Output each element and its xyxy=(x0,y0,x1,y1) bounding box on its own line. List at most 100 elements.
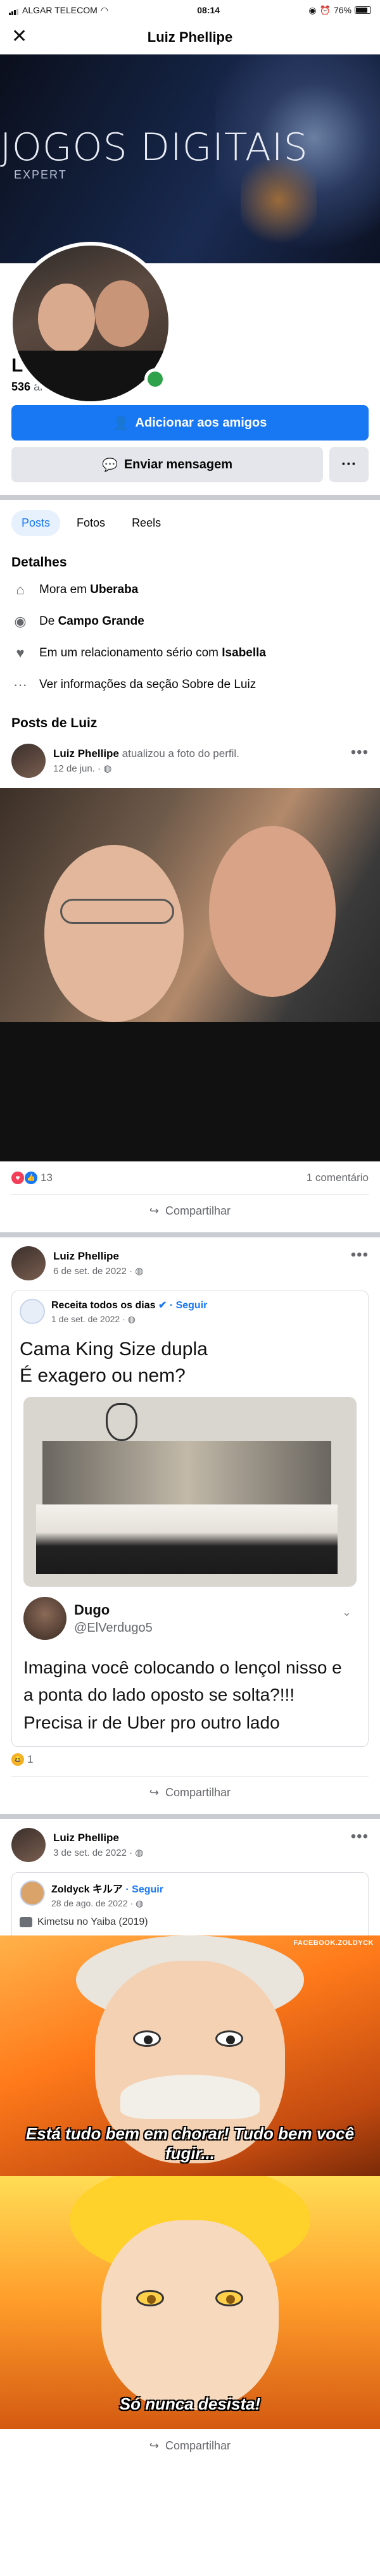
verified-icon: ✔ xyxy=(158,1300,167,1311)
share-label: Compartilhar xyxy=(165,1204,231,1217)
shared-time[interactable]: 28 de ago. de 2022 · xyxy=(51,1898,133,1908)
follow-link[interactable]: · Seguir xyxy=(125,1884,163,1895)
reaction-summary[interactable]: 😆 1 xyxy=(11,1753,33,1766)
profile-tabs: Posts Fotos Reels xyxy=(0,500,380,546)
more-options-button[interactable]: ··· xyxy=(329,447,369,482)
relationship-name[interactable]: Isabella xyxy=(222,646,266,660)
post-author[interactable]: Luiz Phellipe xyxy=(53,1250,343,1263)
add-friend-button[interactable]: 👤 Adicionar aos amigos xyxy=(11,405,369,441)
profile-avatar[interactable] xyxy=(9,242,172,405)
shared-time[interactable]: 1 de set. de 2022 · xyxy=(51,1314,125,1324)
about-link[interactable]: Ver informações da seção Sobre de Luiz xyxy=(39,678,256,692)
post-author-avatar[interactable] xyxy=(11,1246,46,1280)
post-more-icon[interactable]: ••• xyxy=(351,1246,369,1264)
posts-title: Posts de Luiz xyxy=(11,716,98,730)
media-tag-label: Kimetsu no Yaiba (2019) xyxy=(37,1916,148,1928)
post-action: atualizou a foto do perfil. xyxy=(122,747,239,760)
shared-page-avatar[interactable] xyxy=(20,1880,45,1906)
post-photo[interactable] xyxy=(0,788,380,1161)
love-reaction-icon: ♥ xyxy=(11,1172,24,1184)
detail-from: ◉ De Campo Grande xyxy=(0,606,380,637)
location-pin-icon: ◉ xyxy=(14,613,27,629)
anime-eye-right xyxy=(215,2030,243,2048)
detail-about[interactable]: ··· Ver informações da seção Sobre de Lu… xyxy=(0,669,380,701)
post-author-avatar[interactable] xyxy=(11,744,46,778)
shared-meta: 1 de set. de 2022 · ◍ xyxy=(51,1314,207,1325)
post-shared-anime: Luiz Phellipe 3 de set. de 2022 · ◍ ••• … xyxy=(0,1819,380,2462)
lives-city[interactable]: Uberaba xyxy=(90,583,138,596)
post-author-avatar[interactable] xyxy=(11,1828,46,1863)
tweet-name: Dugo xyxy=(74,1601,110,1618)
share-button[interactable]: ↪ Compartilhar xyxy=(11,1776,369,1809)
bed-photo[interactable] xyxy=(23,1397,357,1587)
post-author-line: Luiz Phellipe atualizou a foto do perfil… xyxy=(53,747,343,760)
anime-eye-right xyxy=(215,2290,243,2307)
tweet-text: Imagina você colocando o lençol nisso e … xyxy=(23,1658,342,1732)
location-icon: ◉ xyxy=(308,4,317,15)
tweet-handle: @ElVerdugo5 xyxy=(74,1620,153,1635)
shared-page-name[interactable]: Receita todos os dias xyxy=(51,1300,156,1311)
tab-reels[interactable]: Reels xyxy=(122,510,171,536)
header-title: Luiz Phellipe xyxy=(147,29,233,45)
post-more-icon[interactable]: ••• xyxy=(351,744,369,761)
photo-face-left xyxy=(44,845,184,1022)
post-more-icon[interactable]: ••• xyxy=(351,1828,369,1846)
tab-photos[interactable]: Fotos xyxy=(66,510,115,536)
message-button[interactable]: 💬 Enviar mensagem xyxy=(11,447,323,482)
detail-relationship: ♥ Em um relacionamento sério com Isabell… xyxy=(0,637,380,669)
post-meta: 12 de jun. · ◍ xyxy=(53,763,343,774)
post-divider xyxy=(0,1814,380,1820)
anime-mustache xyxy=(120,2075,260,2120)
comment-count[interactable]: 1 comentário xyxy=(307,1172,369,1184)
share-icon: ↪ xyxy=(149,1204,160,1217)
share-button[interactable]: ↪ Compartilhar xyxy=(11,1194,369,1227)
tv-icon xyxy=(20,1917,32,1928)
share-icon: ↪ xyxy=(149,1786,160,1799)
post-author[interactable]: Luiz Phellipe xyxy=(53,747,119,760)
heart-icon: ♥ xyxy=(16,645,25,661)
chandelier xyxy=(106,1403,137,1441)
shared-header: Receita todos os dias ✔ · Seguir 1 de se… xyxy=(12,1291,368,1332)
post-profile-photo: Luiz Phellipe atualizou a foto do perfil… xyxy=(0,735,380,1227)
follow-link[interactable]: · Seguir xyxy=(170,1300,208,1311)
post-reactions: 😆 1 xyxy=(0,1747,380,1776)
post-divider xyxy=(0,1232,380,1237)
add-user-icon: 👤 xyxy=(113,416,129,430)
shared-page-name[interactable]: Zoldyck キルア xyxy=(51,1884,123,1895)
battery-icon xyxy=(355,6,371,14)
profile-actions: 💬 Enviar mensagem ··· xyxy=(11,447,369,482)
messenger-icon: 💬 xyxy=(101,458,118,472)
shared-post-card[interactable]: Receita todos os dias ✔ · Seguir 1 de se… xyxy=(11,1291,369,1748)
post-header: Luiz Phellipe atualizou a foto do perfil… xyxy=(0,744,380,778)
post-time[interactable]: 6 de set. de 2022 · xyxy=(53,1266,132,1277)
chevron-down-icon: ⌄ xyxy=(341,1606,352,1618)
media-tag[interactable]: Kimetsu no Yaiba (2019) xyxy=(20,1916,360,1928)
shared-post-card[interactable]: Zoldyck キルア · Seguir 28 de ago. de 2022 … xyxy=(11,1872,369,1936)
post-header: Luiz Phellipe 6 de set. de 2022 · ◍ ••• xyxy=(0,1246,380,1280)
post-time[interactable]: 12 de jun. · xyxy=(53,763,101,774)
post-time[interactable]: 3 de set. de 2022 · xyxy=(53,1848,132,1858)
close-icon[interactable]: ✕ xyxy=(11,27,27,46)
shared-page-avatar[interactable] xyxy=(20,1299,45,1324)
cover-photo[interactable]: JOGOS DIGITAIS EXPERT xyxy=(0,54,380,263)
post-author[interactable]: Luiz Phellipe xyxy=(53,1832,343,1844)
carrier-label: ALGAR TELECOM xyxy=(22,5,98,15)
from-city[interactable]: Campo Grande xyxy=(58,615,144,628)
avatar-face-right xyxy=(95,280,149,347)
anime-frame-top[interactable]: FACEBOOK.ZOLDYCK Está tudo bem em chorar… xyxy=(0,1935,380,2177)
avatar-face-left xyxy=(38,284,95,353)
tab-posts[interactable]: Posts xyxy=(11,510,61,536)
share-label: Compartilhar xyxy=(165,2439,231,2452)
cover-brand-text: JOGOS DIGITAIS xyxy=(0,125,308,170)
anime-frame-bottom[interactable]: Só nunca desista! xyxy=(0,2176,380,2430)
like-reaction-icon: 👍 xyxy=(25,1172,37,1184)
share-button[interactable]: ↪ Compartilhar xyxy=(11,2429,369,2462)
globe-icon: ◍ xyxy=(103,763,112,774)
photo-face-right xyxy=(209,826,336,997)
globe-icon: ◍ xyxy=(135,1848,144,1859)
tweet-avatar xyxy=(23,1597,66,1640)
shared-page-line: Receita todos os dias ✔ · Seguir xyxy=(51,1299,207,1311)
reaction-summary[interactable]: ♥ 👍 13 xyxy=(11,1172,53,1184)
shared-meta: 28 de ago. de 2022 · ◍ xyxy=(51,1898,163,1909)
tweet-user: Dugo @ElVerdugo5 ⌄ xyxy=(12,1587,368,1644)
